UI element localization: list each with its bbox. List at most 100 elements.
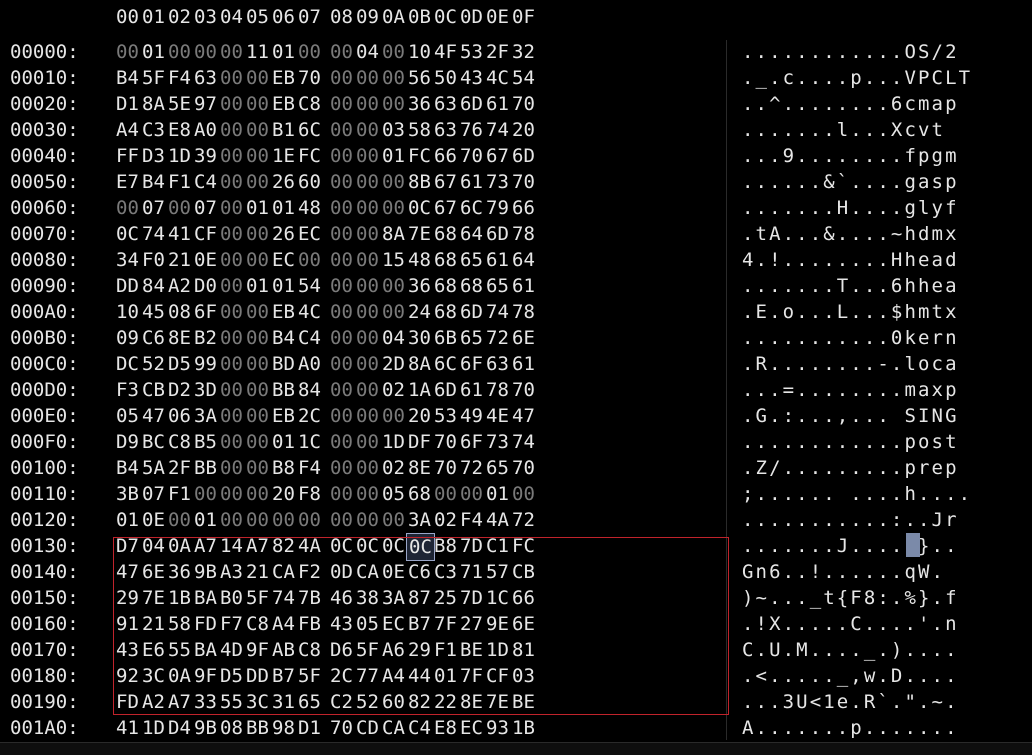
hex-byte[interactable]: E6 — [140, 637, 167, 663]
ascii-text[interactable]: ...3U<1e.R`.".~. — [742, 689, 959, 715]
hex-byte[interactable]: 07 — [192, 195, 219, 221]
hex-byte[interactable]: 49 — [458, 403, 485, 429]
hex-byte[interactable]: 82 — [406, 689, 433, 715]
hex-byte[interactable]: 7B — [296, 585, 323, 611]
hex-byte[interactable]: 7D — [458, 533, 485, 559]
hex-byte[interactable]: 70 — [296, 65, 323, 91]
hex-byte[interactable]: 53 — [432, 403, 459, 429]
ascii-text[interactable]: .!X.....C....'.n — [742, 611, 959, 637]
hex-byte[interactable]: F1 — [432, 637, 459, 663]
hex-row[interactable]: 00070: 0C 74 41 CF 00 00 26 EC 00 00 8A 7E 68 64 6D 78 .t… — [0, 221, 1032, 247]
hex-byte[interactable]: 9E — [484, 611, 511, 637]
hex-byte[interactable]: 00 — [244, 429, 271, 455]
hex-byte[interactable]: A0 — [296, 351, 323, 377]
hex-row[interactable]: 000F0: D9 BC C8 B5 00 00 01 1C 00 00 1D DF 70 6F 73 74..… — [0, 429, 1032, 455]
hex-byte[interactable]: 00 — [354, 351, 381, 377]
hex-byte[interactable]: 3B — [114, 481, 141, 507]
hex-byte[interactable]: 21 — [166, 247, 193, 273]
hex-byte[interactable]: 70 — [510, 455, 537, 481]
hex-byte[interactable]: 00 — [244, 299, 271, 325]
hex-byte[interactable]: 60 — [296, 169, 323, 195]
hex-byte[interactable]: BD — [270, 351, 297, 377]
hex-byte[interactable]: 09 — [114, 325, 141, 351]
hex-byte[interactable]: 00 — [354, 91, 381, 117]
hex-byte[interactable]: 36 — [406, 273, 433, 299]
hex-byte[interactable]: 00 — [244, 143, 271, 169]
hex-byte[interactable]: 67 — [484, 143, 511, 169]
hex-byte[interactable]: 00 — [166, 39, 193, 65]
hex-byte[interactable]: 8A — [406, 351, 433, 377]
hex-byte[interactable]: 7E — [484, 689, 511, 715]
hex-byte[interactable]: EB — [270, 299, 297, 325]
hex-byte[interactable]: 00 — [354, 221, 381, 247]
hex-byte[interactable]: CA — [380, 715, 407, 741]
hex-byte[interactable]: 61 — [458, 377, 485, 403]
hex-byte[interactable]: C8 — [244, 611, 271, 637]
hex-byte[interactable]: 70 — [510, 169, 537, 195]
hex-byte[interactable]: 5F — [354, 637, 381, 663]
hex-byte[interactable]: 66 — [432, 143, 459, 169]
hex-byte[interactable]: CB — [140, 377, 167, 403]
hex-byte[interactable]: 48 — [406, 247, 433, 273]
hex-byte[interactable]: 00 — [328, 39, 355, 65]
hex-byte[interactable]: 00 — [166, 507, 193, 533]
hex-byte[interactable]: 70 — [432, 455, 459, 481]
hex-byte[interactable]: 2F — [484, 39, 511, 65]
ascii-text[interactable]: )~..._t{F8:.%}.f — [742, 585, 959, 611]
hex-byte[interactable]: 1E — [270, 143, 297, 169]
hex-byte[interactable]: 6E — [510, 325, 537, 351]
hex-byte[interactable]: 72 — [484, 325, 511, 351]
hex-byte[interactable]: 8E — [458, 689, 485, 715]
hex-row[interactable]: 00080: 34 F0 21 0E 00 00 EC 00 00 00 15 48 68 65 61 64 4.… — [0, 247, 1032, 273]
hex-byte[interactable]: 55 — [166, 637, 193, 663]
hex-byte[interactable]: 68 — [406, 481, 433, 507]
hex-byte[interactable]: FD — [114, 689, 141, 715]
hex-byte[interactable]: 0C — [114, 221, 141, 247]
hex-byte[interactable]: A4 — [270, 611, 297, 637]
hex-byte[interactable]: 68 — [432, 299, 459, 325]
hex-byte[interactable]: 9F — [244, 637, 271, 663]
hex-byte[interactable]: 63 — [484, 351, 511, 377]
hex-byte[interactable]: 05 — [354, 611, 381, 637]
hex-byte[interactable]: 21 — [140, 611, 167, 637]
hex-row[interactable]: 00050: E7 B4 F1 C4 00 00 26 60 00 00 00 8B 67 61 73 70..… — [0, 169, 1032, 195]
hex-byte[interactable]: 5F — [244, 585, 271, 611]
hex-byte[interactable]: 00 — [354, 143, 381, 169]
hex-byte[interactable]: 1B — [166, 585, 193, 611]
hex-row[interactable]: 00020: D1 8A 5E 97 00 00 EB C8 00 00 00 36 63 6D 61 70..… — [0, 91, 1032, 117]
hex-row[interactable]: 000D0: F3 CB D2 3D 00 00 BB 84 00 00 02 1A 6D 61 78 70..… — [0, 377, 1032, 403]
hex-byte[interactable]: 41 — [114, 715, 141, 741]
hex-byte[interactable]: 0E — [140, 507, 167, 533]
hex-byte[interactable]: EB — [270, 403, 297, 429]
hex-byte[interactable]: 7F — [432, 611, 459, 637]
hex-byte[interactable]: 00 — [354, 325, 381, 351]
hex-byte[interactable]: FF — [114, 143, 141, 169]
hex-byte[interactable]: 04 — [354, 39, 381, 65]
hex-byte[interactable]: 78 — [484, 377, 511, 403]
hex-row[interactable]: 00040: FF D3 1D 39 00 00 1E FC 00 00 01 FC 66 70 67 6D..… — [0, 143, 1032, 169]
hex-byte[interactable]: 78 — [510, 221, 537, 247]
hex-byte[interactable]: 61 — [484, 247, 511, 273]
hex-byte[interactable]: A2 — [140, 689, 167, 715]
hex-byte[interactable]: 24 — [406, 299, 433, 325]
hex-byte[interactable]: 7E — [140, 585, 167, 611]
hex-byte[interactable]: C6 — [140, 325, 167, 351]
hex-byte[interactable]: 70 — [510, 377, 537, 403]
hex-byte[interactable]: 4F — [432, 39, 459, 65]
hex-byte[interactable]: 87 — [406, 585, 433, 611]
hex-byte[interactable]: D0 — [192, 273, 219, 299]
hex-byte[interactable]: 3A — [380, 585, 407, 611]
hex-byte[interactable]: E7 — [114, 169, 141, 195]
hex-byte[interactable]: 63 — [192, 65, 219, 91]
hex-byte[interactable]: 08 — [218, 715, 245, 741]
hex-byte[interactable]: 54 — [510, 65, 537, 91]
hex-byte[interactable]: 64 — [458, 221, 485, 247]
hex-byte[interactable]: 01 — [192, 507, 219, 533]
hex-byte[interactable]: 20 — [406, 403, 433, 429]
hex-row[interactable]: 00190: FD A2 A7 33 55 3C 31 65 C2 52 60 82 22 8E 7E BE..… — [0, 689, 1032, 715]
ascii-text[interactable]: .<....._,w.D.... — [742, 663, 959, 689]
hex-byte[interactable]: 00 — [380, 507, 407, 533]
hex-row[interactable]: 00060: 00 07 00 07 00 01 01 48 00 00 00 0C 67 6C 79 66..… — [0, 195, 1032, 221]
hex-byte[interactable]: A7 — [192, 533, 219, 559]
hex-byte[interactable]: D3 — [140, 143, 167, 169]
